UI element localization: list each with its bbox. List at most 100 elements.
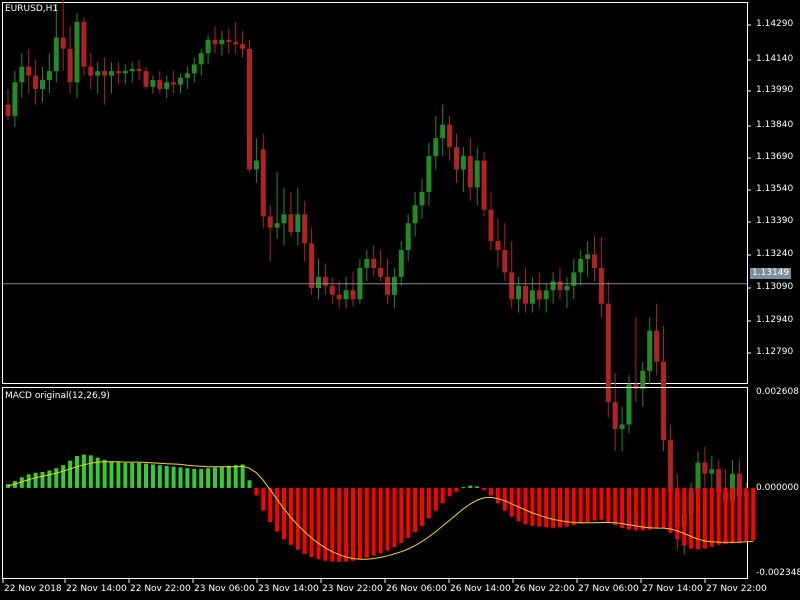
price-axis-label: 1.13690 bbox=[756, 152, 794, 162]
macd-bar bbox=[730, 487, 735, 544]
candle-body bbox=[371, 258, 377, 268]
macd-bar bbox=[219, 466, 224, 488]
candle-body bbox=[40, 80, 45, 89]
candle-body bbox=[585, 254, 591, 259]
price-axis-label: 1.14140 bbox=[756, 54, 794, 64]
candle-body bbox=[115, 71, 121, 74]
macd-bar bbox=[668, 487, 673, 533]
candle-body bbox=[385, 276, 390, 295]
macd-bar bbox=[344, 487, 349, 562]
candle-body bbox=[647, 330, 653, 371]
macd-bar bbox=[627, 487, 631, 530]
macd-bar bbox=[633, 487, 638, 531]
macd-bar bbox=[33, 472, 38, 488]
macd-bar bbox=[206, 468, 211, 488]
symbol-label: EURUSD,H1 bbox=[5, 4, 59, 14]
candle-body bbox=[578, 258, 584, 273]
candle-body bbox=[226, 39, 232, 43]
time-axis-label: 22 Nov 14:00 bbox=[66, 584, 127, 594]
candle-body bbox=[350, 290, 356, 300]
candle-body bbox=[122, 71, 128, 74]
macd-bar bbox=[116, 462, 121, 488]
macd-bar bbox=[75, 456, 79, 488]
candle-body bbox=[481, 160, 487, 210]
candle-body bbox=[247, 48, 252, 170]
candle-body bbox=[219, 39, 225, 45]
candle-body bbox=[191, 64, 197, 74]
macd-bar bbox=[571, 487, 576, 526]
candle-body bbox=[109, 71, 114, 76]
candle-body bbox=[12, 82, 18, 116]
price-axis-label: 1.13390 bbox=[756, 216, 794, 226]
macd-bar bbox=[213, 467, 217, 488]
candle-body bbox=[302, 214, 308, 244]
candle-body bbox=[612, 402, 618, 429]
candle-body bbox=[419, 191, 425, 206]
macd-bar bbox=[475, 486, 480, 488]
macd-bar bbox=[564, 487, 569, 527]
time-axis-label: 23 Nov 14:00 bbox=[258, 584, 319, 594]
candle-body bbox=[212, 39, 218, 45]
macd-bar bbox=[164, 465, 169, 488]
candle-body bbox=[184, 73, 190, 78]
candle-body bbox=[136, 68, 142, 72]
macd-bar bbox=[268, 487, 273, 523]
candle-body bbox=[288, 214, 294, 233]
macd-bar bbox=[144, 463, 148, 488]
candle-body bbox=[253, 160, 259, 170]
macd-bar bbox=[406, 487, 411, 539]
candle-body bbox=[523, 285, 528, 304]
candle-body bbox=[60, 37, 66, 49]
macd-bar bbox=[130, 462, 135, 488]
macd-bar bbox=[68, 460, 73, 488]
macd-bar bbox=[723, 487, 728, 545]
candle-body bbox=[74, 21, 80, 83]
candle-body bbox=[205, 39, 211, 54]
macd-bar bbox=[47, 470, 52, 488]
macd-bar bbox=[295, 487, 300, 550]
macd-bar bbox=[233, 465, 238, 488]
macd-bar bbox=[171, 466, 176, 488]
macd-bar bbox=[489, 487, 493, 496]
trading-chart[interactable] bbox=[0, 0, 800, 600]
candle-body bbox=[198, 53, 204, 65]
macd-bar bbox=[102, 459, 107, 488]
price-axis-label: 1.13840 bbox=[756, 120, 794, 130]
candle-body bbox=[260, 149, 266, 217]
time-axis-label: 27 Nov 22:00 bbox=[706, 584, 767, 594]
macd-bar bbox=[316, 487, 321, 560]
macd-bar bbox=[468, 485, 473, 488]
candle-body bbox=[67, 48, 73, 83]
candle-body bbox=[654, 330, 660, 362]
candle-body bbox=[240, 44, 246, 49]
macd-bar bbox=[337, 487, 342, 562]
candle-body bbox=[53, 37, 59, 72]
macd-bar bbox=[371, 487, 376, 556]
macd-bar bbox=[682, 487, 687, 546]
macd-bar bbox=[123, 462, 128, 488]
macd-bar bbox=[447, 487, 452, 497]
candle-body bbox=[157, 80, 163, 89]
price-axis-label: 1.14290 bbox=[756, 19, 794, 29]
macd-bar bbox=[178, 467, 183, 488]
macd-scale-label: 0.002608 bbox=[756, 387, 799, 397]
candle-body bbox=[329, 285, 335, 295]
macd-bar bbox=[378, 487, 383, 554]
macd-bar bbox=[282, 487, 286, 540]
macd-scale-label: 0.000000 bbox=[756, 483, 799, 493]
candle-body bbox=[412, 205, 418, 224]
time-axis-label: 26 Nov 14:00 bbox=[450, 584, 511, 594]
time-axis-label: 26 Nov 22:00 bbox=[514, 584, 575, 594]
time-axis-label: 27 Nov 14:00 bbox=[642, 584, 703, 594]
macd-bar bbox=[302, 487, 307, 554]
candle-body bbox=[709, 469, 715, 474]
time-axis-label: 26 Nov 06:00 bbox=[386, 584, 447, 594]
macd-bar bbox=[613, 487, 618, 526]
macd-bar bbox=[157, 465, 162, 488]
candle-body bbox=[529, 290, 535, 304]
candle-body bbox=[233, 42, 239, 45]
macd-bar bbox=[654, 487, 659, 529]
candle-body bbox=[267, 216, 273, 228]
time-axis-label: 22 Nov 22:00 bbox=[130, 584, 191, 594]
macd-bar bbox=[54, 468, 59, 488]
